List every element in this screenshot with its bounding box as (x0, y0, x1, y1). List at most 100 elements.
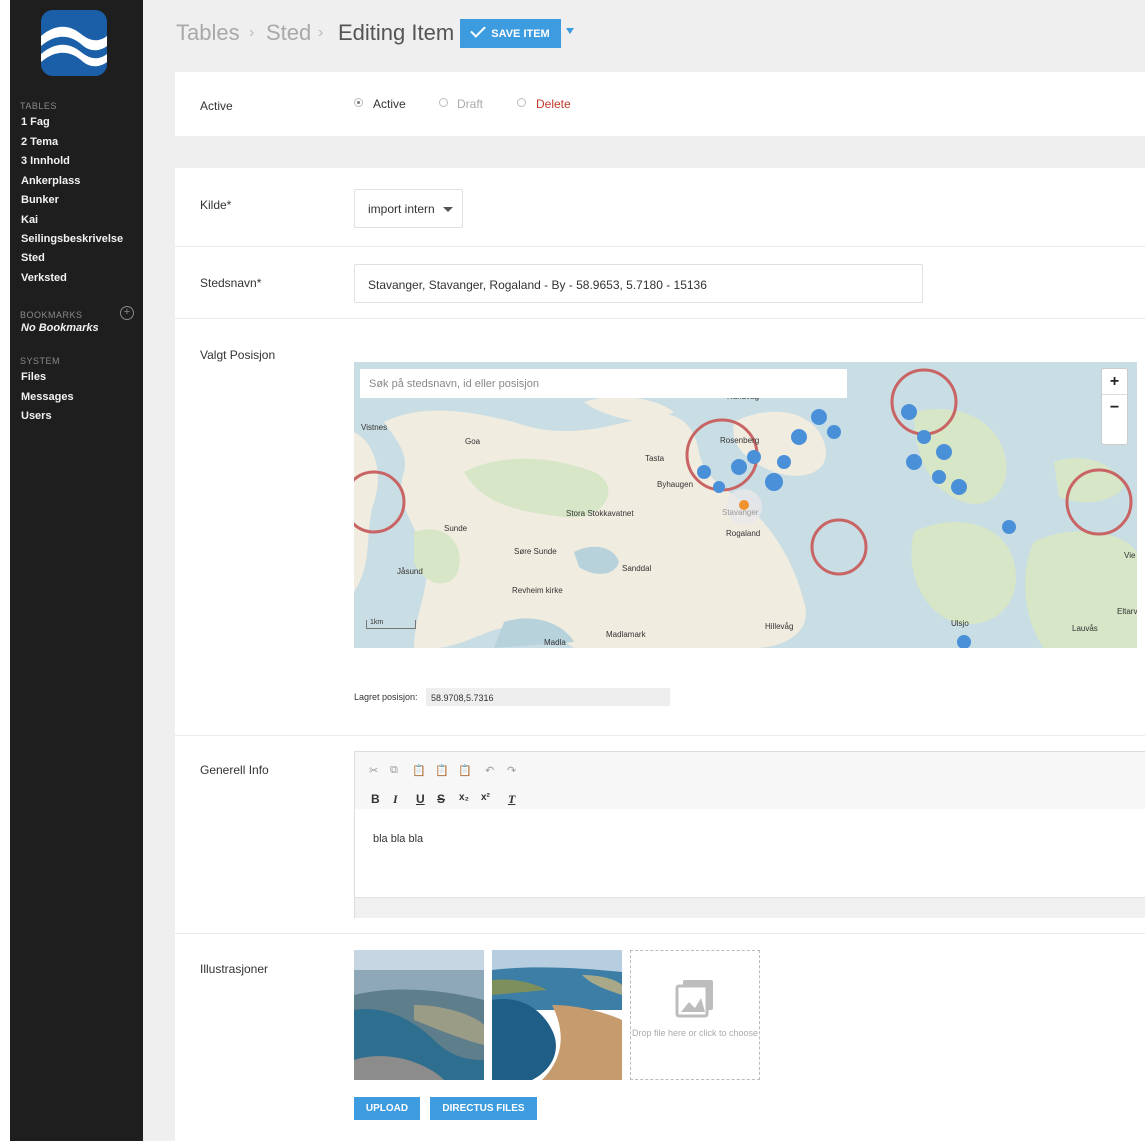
illustration-thumbnail[interactable] (354, 950, 484, 1080)
sidebar-item-ankerplass[interactable]: Ankerplass (21, 174, 80, 188)
paste-text-icon[interactable]: 📋 (435, 764, 449, 777)
image-upload-icon (675, 980, 713, 1018)
strikethrough-icon[interactable]: S (437, 792, 445, 806)
save-item-label: SAVE ITEM (491, 27, 550, 40)
editor-statusbar (355, 897, 1145, 918)
map-label: Revheim kirke (512, 586, 563, 595)
map-label: Lauvås (1072, 624, 1098, 633)
italic-icon[interactable]: I (393, 792, 398, 807)
sidebar-item-kai[interactable]: Kai (21, 213, 38, 227)
illustration-thumbnail[interactable] (492, 950, 622, 1080)
sidebar: TABLES 1 Fag 2 Tema 3 Innhold Ankerplass… (10, 0, 143, 1141)
sidebar-item-files[interactable]: Files (21, 370, 46, 384)
stedsnavn-input[interactable]: Stavanger, Stavanger, Rogaland - By - 58… (354, 264, 923, 303)
rich-text-editor[interactable]: ✂ ⧉ 📋 📋 📋 ↶ ↷ B I U S x₂ x² T bla bla bl… (354, 751, 1145, 918)
map-search-placeholder: Søk på stedsnavn, id eller posisjon (369, 378, 539, 390)
underline-icon[interactable]: U (416, 792, 425, 806)
map-label: Hillevåg (765, 622, 794, 631)
app-logo[interactable] (41, 10, 107, 76)
paste-word-icon[interactable]: 📋 (458, 764, 472, 777)
kilde-select[interactable]: import intern (354, 189, 463, 228)
sidebar-item-users[interactable]: Users (21, 409, 52, 423)
map-label: Søre Sunde (514, 547, 557, 556)
divider (175, 318, 1145, 319)
sidebar-item-1-fag[interactable]: 1 Fag (21, 115, 50, 129)
add-bookmark-icon[interactable]: + (120, 306, 134, 320)
status-delete-radio[interactable] (517, 98, 526, 107)
illustrasjoner-label: Illustrasjoner (200, 962, 269, 976)
system-heading: SYSTEM (20, 356, 61, 366)
status-draft-radio[interactable] (439, 98, 448, 107)
map[interactable]: Vistnes Goa Tasta Rosenberg Byhaugen Sto… (354, 362, 1137, 648)
redo-icon[interactable]: ↷ (507, 764, 516, 777)
editor-toolbar: ✂ ⧉ 📋 📋 📋 ↶ ↷ B I U S x₂ x² T (355, 752, 1145, 809)
map-label: Madla (544, 638, 566, 647)
status-label: Active (200, 99, 233, 113)
generell-label: Generell Info (200, 763, 269, 777)
kilde-label: Kilde* (200, 198, 232, 212)
map-label: Stavanger (722, 508, 759, 517)
status-active-label[interactable]: Active (373, 97, 406, 111)
map-scale: 1km (366, 619, 416, 629)
status-delete-label[interactable]: Delete (536, 97, 571, 111)
status-draft-label[interactable]: Draft (457, 97, 483, 111)
map-label: Vie (1124, 551, 1136, 560)
divider (175, 246, 1145, 247)
cut-icon[interactable]: ✂ (369, 764, 378, 777)
map-scale-label: 1km (370, 619, 384, 626)
bookmarks-heading: BOOKMARKS (20, 310, 83, 320)
map-label: Eltarv (1117, 607, 1137, 616)
map-label: Tasta (645, 454, 665, 463)
directus-files-button[interactable]: DIRECTUS FILES (430, 1097, 537, 1120)
map-label: Madlamark (606, 630, 646, 639)
divider (175, 735, 1145, 736)
file-dropzone[interactable]: Drop file here or click to choose (630, 950, 760, 1080)
breadcrumb-tables[interactable]: Tables (176, 20, 240, 46)
upload-button[interactable]: UPLOAD (354, 1097, 420, 1120)
no-bookmarks-text: No Bookmarks (21, 322, 99, 334)
status-active-radio[interactable] (354, 98, 363, 107)
map-label: Jåsund (397, 567, 423, 576)
zoom-out-button[interactable]: − (1102, 394, 1127, 420)
save-item-button[interactable]: SAVE ITEM (460, 19, 561, 48)
map-canvas (354, 362, 1137, 648)
bold-icon[interactable]: B (371, 792, 380, 806)
window-edge (0, 0, 10, 1141)
tables-heading: TABLES (20, 101, 57, 111)
dropzone-text: Drop file here or click to choose (631, 1028, 759, 1038)
paste-icon[interactable]: 📋 (412, 764, 426, 777)
undo-icon[interactable]: ↶ (485, 764, 494, 777)
lagret-label: Lagret posisjon: (354, 692, 418, 702)
sidebar-item-2-tema[interactable]: 2 Tema (21, 135, 58, 149)
save-options-caret-icon[interactable] (566, 28, 574, 34)
map-label: Sunde (444, 524, 468, 533)
map-label: Byhaugen (657, 480, 694, 489)
map-search-input[interactable]: Søk på stedsnavn, id eller posisjon (360, 369, 847, 398)
lagret-value: 58.9708,5.7316 (431, 693, 494, 703)
divider (175, 933, 1145, 934)
sidebar-item-verksted[interactable]: Verksted (21, 271, 67, 285)
breadcrumb-sted[interactable]: Sted (266, 20, 311, 46)
check-icon (470, 21, 487, 38)
copy-icon[interactable]: ⧉ (390, 764, 398, 777)
subscript-icon[interactable]: x₂ (459, 792, 469, 803)
map-label: Stora Stokkavatnet (566, 509, 634, 518)
map-label: Rogaland (726, 529, 761, 538)
map-label: Ulsjo (951, 619, 969, 628)
zoom-in-button[interactable]: + (1102, 369, 1127, 394)
superscript-icon[interactable]: x² (481, 792, 490, 803)
page-title: Editing Item (338, 20, 455, 45)
sidebar-item-bunker[interactable]: Bunker (21, 193, 59, 207)
posisjon-label: Valgt Posisjon (200, 348, 276, 362)
remove-format-icon[interactable]: T (508, 792, 515, 807)
zoom-control: + − (1101, 368, 1128, 445)
sidebar-item-3-innhold[interactable]: 3 Innhold (21, 154, 70, 168)
sidebar-item-seilingsbeskrivelse[interactable]: Seilingsbeskrivelse (21, 232, 123, 246)
editor-content[interactable]: bla bla bla (373, 833, 423, 845)
stedsnavn-value: Stavanger, Stavanger, Rogaland - By - 58… (368, 278, 707, 292)
lagret-value-field: 58.9708,5.7316 (426, 688, 670, 706)
breadcrumb-separator-icon: › (318, 24, 324, 41)
sidebar-item-messages[interactable]: Messages (21, 390, 74, 404)
status-panel (175, 72, 1145, 136)
sidebar-item-sted[interactable]: Sted (21, 251, 45, 265)
